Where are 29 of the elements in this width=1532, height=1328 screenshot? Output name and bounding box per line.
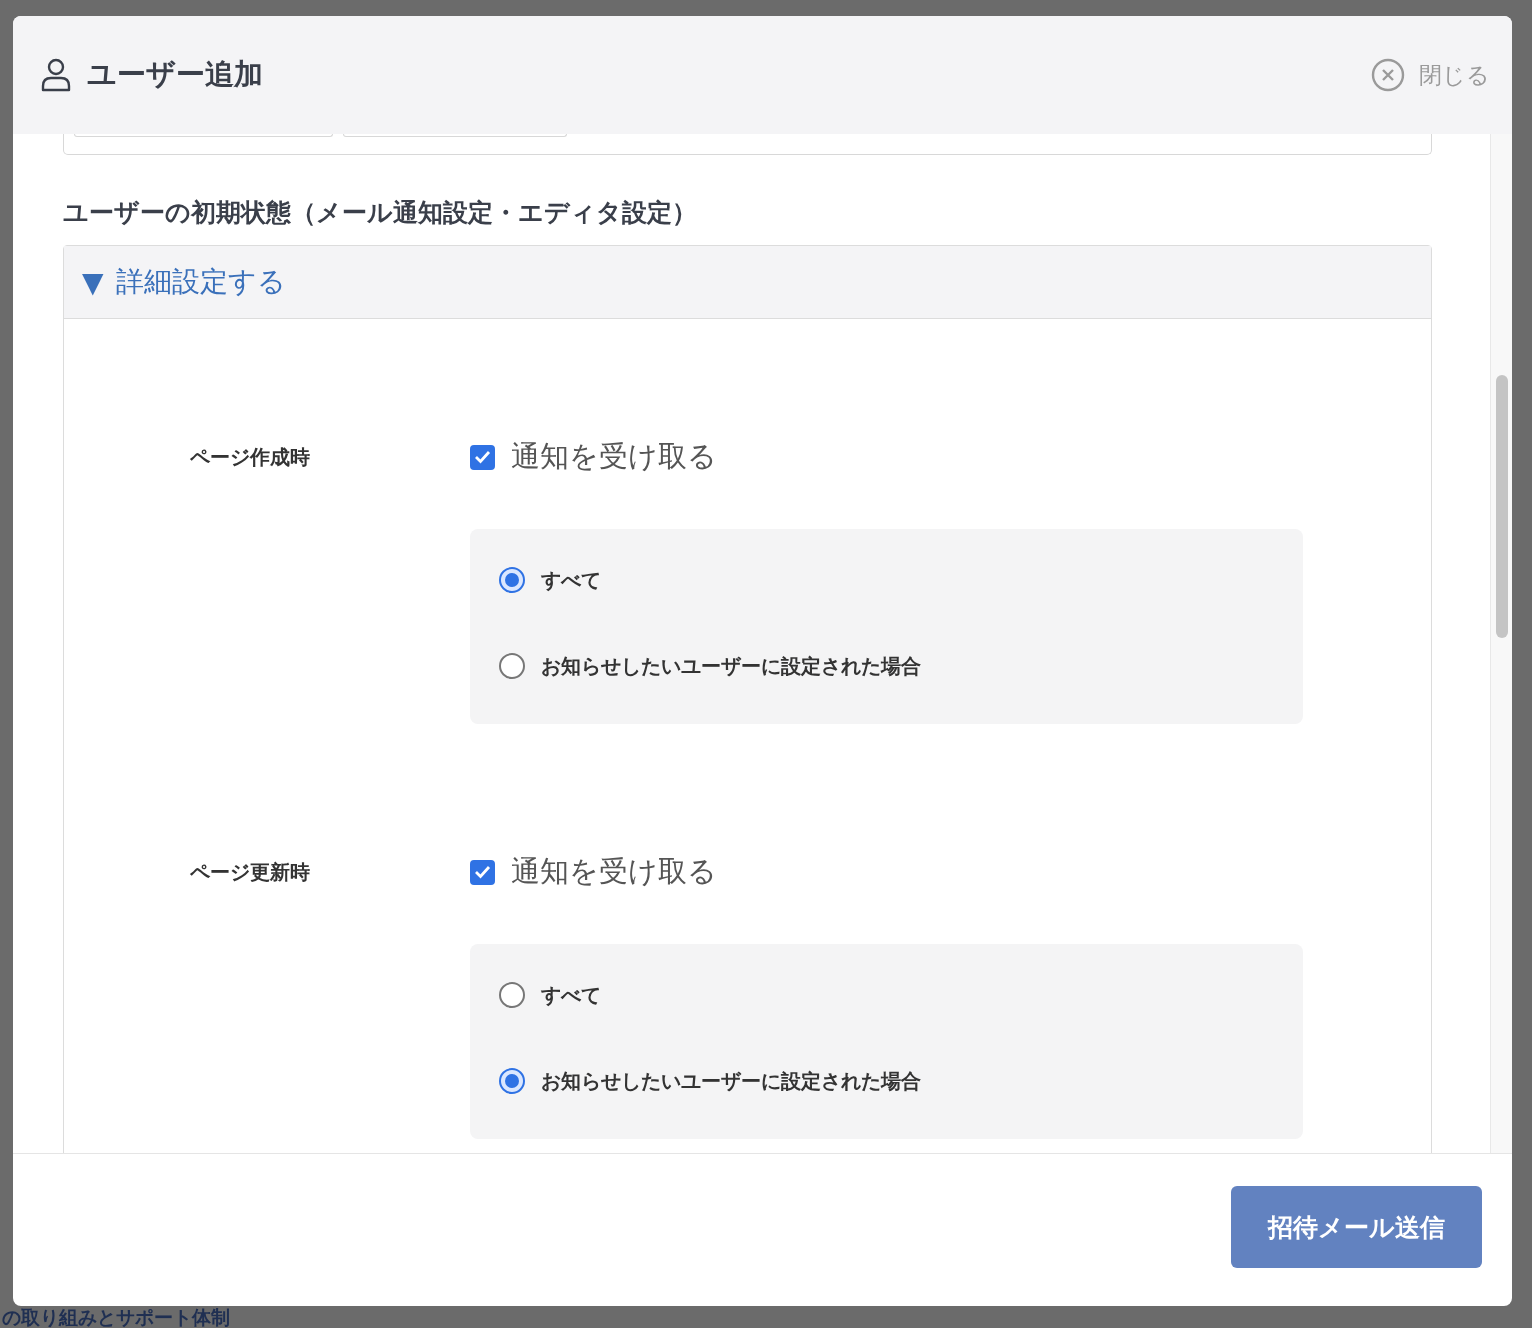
radio-button[interactable] [499, 653, 525, 679]
checkbox-option[interactable]: 通知を受け取る [470, 437, 1303, 477]
setting-label: ページ作成時 [190, 444, 311, 471]
checkbox[interactable] [470, 859, 495, 885]
close-icon [1371, 58, 1405, 92]
details-toggle[interactable]: ▼ 詳細設定する [64, 246, 1431, 319]
send-invite-button[interactable]: 招待メール送信 [1231, 1186, 1482, 1268]
radio-button[interactable] [499, 567, 525, 593]
checkbox-label: 通知を受け取る [511, 853, 717, 890]
checkmark-icon [474, 865, 491, 879]
radio-option[interactable]: お知らせしたいユーザーに設定された場合 [499, 1063, 1303, 1099]
user-icon [41, 58, 71, 92]
radio-label: お知らせしたいユーザーに設定された場合 [541, 1067, 921, 1095]
radio-button[interactable] [499, 1068, 525, 1094]
radio-label: お知らせしたいユーザーに設定された場合 [541, 652, 921, 680]
checkbox[interactable] [470, 444, 495, 470]
section-heading: ユーザーの初期状態（メール通知設定・エディタ設定） [63, 197, 698, 229]
checkmark-icon [474, 450, 491, 464]
radio-label: すべて [541, 981, 601, 1009]
radio-option[interactable]: お知らせしたいユーザーに設定された場合 [499, 648, 1303, 684]
radio-option[interactable]: すべて [499, 977, 1303, 1013]
radio-option[interactable]: すべて [499, 562, 1303, 598]
dialog-title: ユーザー追加 [87, 56, 263, 93]
radio-label: すべて [541, 566, 601, 594]
checkbox-option[interactable]: 通知を受け取る [470, 852, 1303, 892]
scrollbar-thumb[interactable] [1496, 375, 1508, 638]
setting-label: ページ更新時 [190, 859, 311, 886]
checkbox-label: 通知を受け取る [511, 438, 717, 475]
radio-button[interactable] [499, 982, 525, 1008]
